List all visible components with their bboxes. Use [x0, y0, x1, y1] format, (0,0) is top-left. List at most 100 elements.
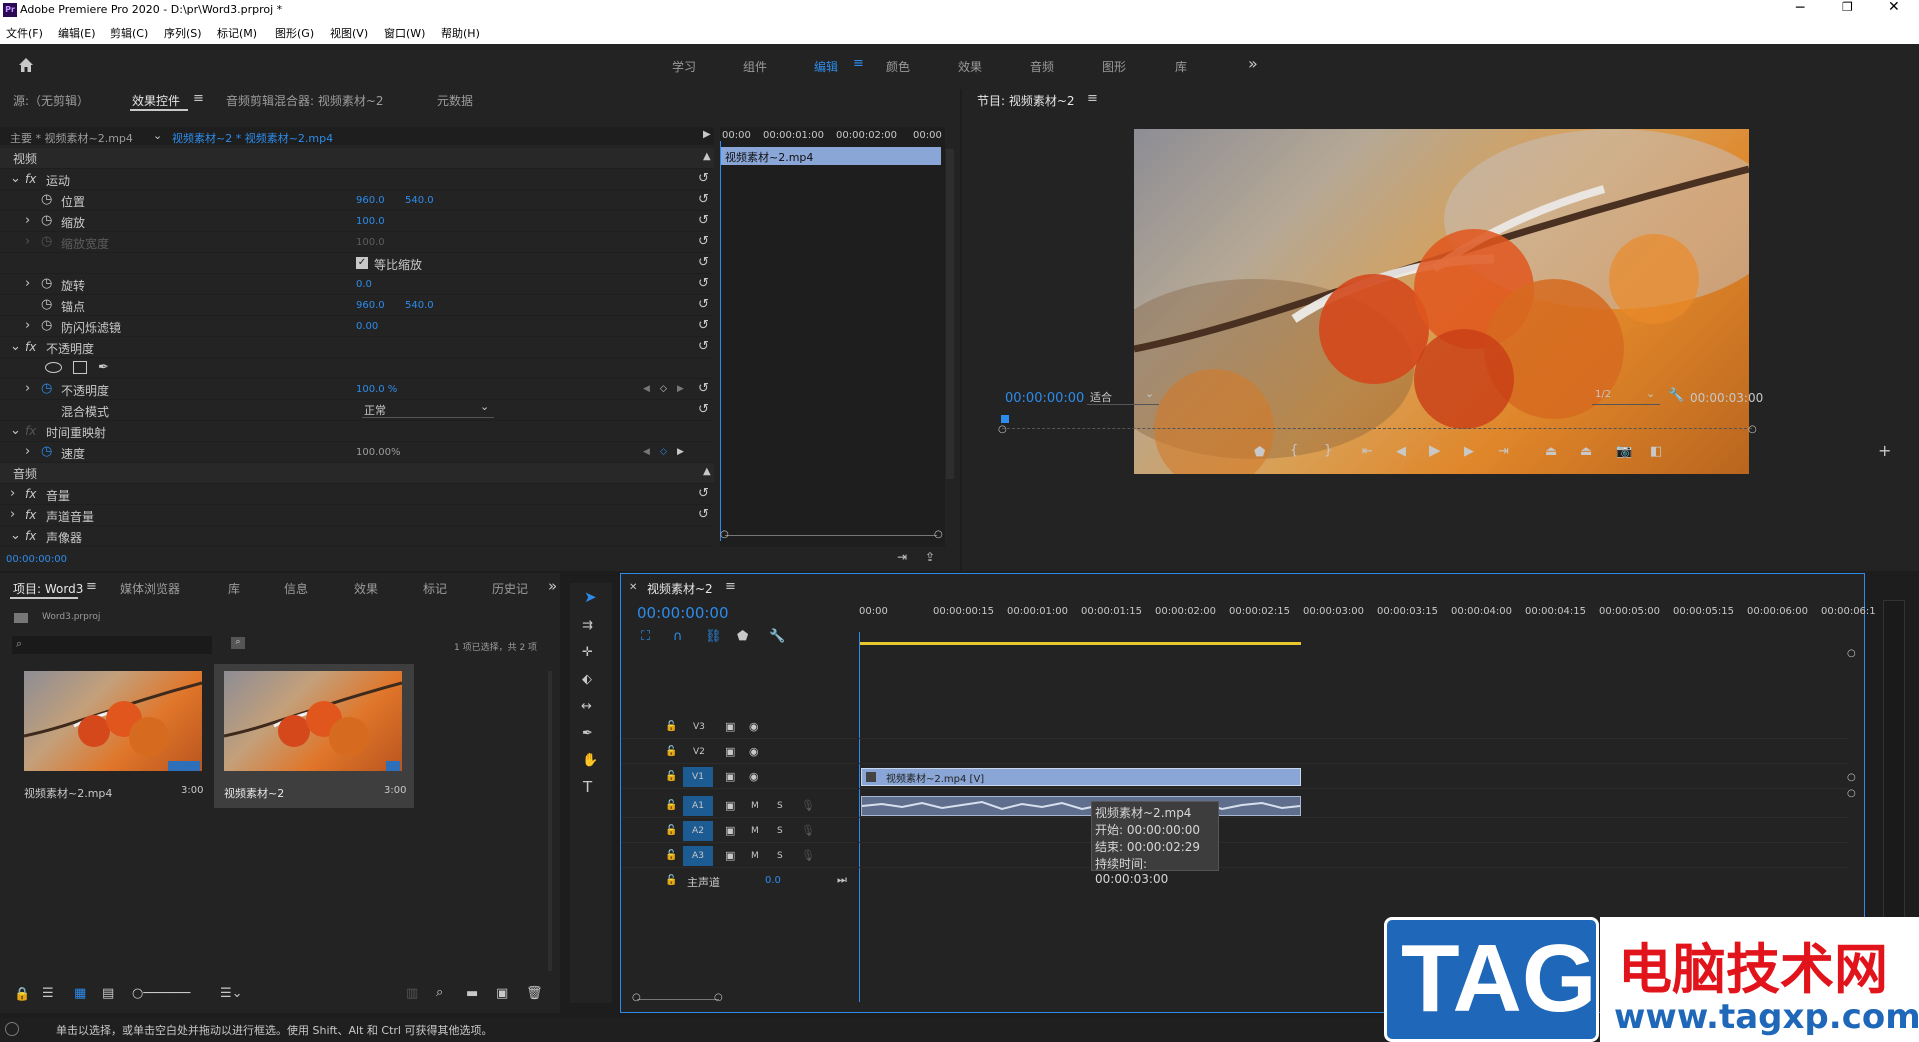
- program-title[interactable]: 节目: 视频素材~2: [977, 92, 1075, 109]
- stopwatch-icon[interactable]: ◷: [41, 445, 52, 458]
- tab-effect-controls[interactable]: 效果控件: [132, 92, 180, 109]
- menu-window[interactable]: 窗口(W): [384, 25, 425, 41]
- mini-clip[interactable]: 视频素材~2.mp4: [721, 147, 941, 165]
- lock-icon[interactable]: 🔓: [665, 824, 677, 837]
- minimize-icon[interactable]: ─: [1796, 0, 1804, 16]
- export-frame-icon[interactable]: ⇥: [897, 551, 907, 564]
- project-search-input[interactable]: [32, 637, 207, 652]
- workspace-libraries[interactable]: 库: [1175, 58, 1187, 75]
- tab-source[interactable]: 源:（无剪辑）: [13, 92, 89, 109]
- collapse-icon[interactable]: ▲: [703, 151, 711, 162]
- scroll-handle-left[interactable]: ○: [720, 529, 729, 540]
- stopwatch-icon[interactable]: ◷: [41, 319, 52, 332]
- chevron-down-icon[interactable]: ⌄: [10, 340, 21, 353]
- position-x[interactable]: 960.0: [356, 195, 385, 206]
- reset-icon[interactable]: ↺: [698, 277, 712, 291]
- chevron-down-icon[interactable]: ⌄: [10, 424, 21, 437]
- tab-libraries[interactable]: 库: [228, 580, 240, 597]
- blend-mode-dropdown[interactable]: 正常 ⌄: [362, 400, 494, 418]
- workspace-graphics[interactable]: 图形: [1102, 58, 1126, 75]
- sync-lock-icon[interactable]: ▣: [725, 720, 735, 733]
- track-lane-v2[interactable]: [859, 740, 1849, 764]
- toggle-audio-icon[interactable]: ⇪: [925, 551, 935, 564]
- sync-lock-icon[interactable]: ▣: [725, 745, 735, 758]
- add-marker-icon[interactable]: ⬟: [1254, 446, 1265, 459]
- mark-in-icon[interactable]: {: [1290, 444, 1298, 457]
- quality-dropdown[interactable]: 1/2 ⌄: [1592, 387, 1660, 405]
- eye-icon[interactable]: ◉: [749, 720, 759, 733]
- reset-icon[interactable]: ↺: [698, 235, 712, 249]
- menu-sequence[interactable]: 序列(S): [164, 25, 202, 41]
- mute-button[interactable]: M: [751, 801, 759, 811]
- eye-icon[interactable]: ◉: [749, 770, 759, 783]
- reset-icon[interactable]: ↺: [698, 382, 712, 396]
- nest-icon[interactable]: ⛶: [641, 630, 650, 643]
- scroll-handle-right[interactable]: ○: [1748, 424, 1757, 435]
- go-to-out-icon[interactable]: ⇥: [1498, 445, 1509, 458]
- pen-tool-icon[interactable]: ✒: [582, 727, 593, 740]
- menu-edit[interactable]: 编辑(E): [58, 25, 96, 41]
- master-clip-label[interactable]: 主要 * 视频素材~2.mp4: [10, 130, 133, 146]
- selection-tool-icon[interactable]: ➤: [584, 590, 597, 605]
- step-back-icon[interactable]: ◀: [1396, 445, 1406, 458]
- home-icon[interactable]: [17, 56, 35, 74]
- track-label-v3[interactable]: V3: [693, 722, 705, 732]
- mini-timeline[interactable]: 00:00 00:00:01:00 00:00:02:00 00:00 视频素材…: [720, 127, 945, 547]
- go-to-end-icon[interactable]: ⏭: [837, 873, 847, 886]
- lock-icon[interactable]: 🔓: [665, 874, 677, 887]
- chevron-right-icon[interactable]: ›: [10, 487, 15, 500]
- step-forward-icon[interactable]: ▶: [1464, 445, 1474, 458]
- scroll-handle-right[interactable]: ○: [934, 529, 943, 540]
- next-keyframe-icon[interactable]: ▶: [677, 446, 684, 459]
- reset-icon[interactable]: ↺: [698, 487, 712, 501]
- add-keyframe-icon[interactable]: ◇: [660, 446, 667, 459]
- trash-icon[interactable]: 🗑: [526, 987, 543, 1000]
- sync-lock-icon[interactable]: ▣: [725, 799, 735, 812]
- program-timecode[interactable]: 00:00:00:00: [1005, 391, 1084, 406]
- effects-scrollbar[interactable]: [946, 149, 954, 479]
- lock-icon[interactable]: 🔒: [14, 988, 30, 1001]
- play-icon[interactable]: ▶: [703, 129, 711, 140]
- tab-audio-clip-mixer[interactable]: 音频剪辑混合器: 视频素材~2: [226, 92, 384, 109]
- prev-keyframe-icon[interactable]: ◀: [643, 383, 650, 396]
- workspace-effects[interactable]: 效果: [958, 58, 982, 75]
- track-lane-a1[interactable]: [859, 794, 1849, 818]
- panel-menu-icon[interactable]: ≡: [1087, 91, 1098, 106]
- opacity-fx-row[interactable]: ⌄ fx 不透明度 ↺: [0, 337, 714, 358]
- track-label-v2[interactable]: V2: [693, 747, 705, 757]
- snap-icon[interactable]: ∩: [673, 630, 683, 643]
- list-view-icon[interactable]: ☰: [42, 987, 54, 1000]
- lock-icon[interactable]: 🔓: [665, 799, 677, 812]
- tab-effects[interactable]: 效果: [354, 580, 378, 597]
- program-scrubber[interactable]: [1002, 415, 1752, 429]
- reset-icon[interactable]: ↺: [698, 298, 712, 312]
- chevron-down-icon[interactable]: ⌄: [153, 129, 162, 142]
- solo-button[interactable]: S: [777, 851, 783, 861]
- project-scrollbar[interactable]: [548, 671, 552, 971]
- tab-media-browser[interactable]: 媒体浏览器: [120, 580, 180, 597]
- go-to-in-icon[interactable]: ⇤: [1362, 445, 1373, 458]
- position-y[interactable]: 540.0: [405, 195, 434, 206]
- track-select-tool-icon[interactable]: ⇉: [582, 619, 593, 632]
- scroll-handle-left[interactable]: ○: [632, 992, 641, 1003]
- extract-icon[interactable]: ⏏: [1580, 445, 1592, 458]
- add-keyframe-icon[interactable]: ◇: [660, 383, 667, 396]
- scroll-handle-right[interactable]: ○: [714, 992, 723, 1003]
- workspace-color[interactable]: 颜色: [886, 58, 910, 75]
- effect-controls-timecode[interactable]: 00:00:00:00: [6, 554, 67, 565]
- ripple-edit-tool-icon[interactable]: ✛: [582, 646, 593, 659]
- uniform-scale-checkbox[interactable]: ✓: [356, 257, 368, 269]
- razor-tool-icon[interactable]: ⬖: [582, 673, 592, 686]
- chevron-down-icon[interactable]: ⌄: [10, 529, 21, 542]
- solo-button[interactable]: S: [777, 826, 783, 836]
- tab-metadata[interactable]: 元数据: [437, 92, 473, 109]
- scroll-handle-left[interactable]: ○: [998, 424, 1007, 435]
- play-icon[interactable]: ▶: [1429, 443, 1441, 458]
- find-icon[interactable]: ⌕: [436, 986, 443, 999]
- track-label-a3[interactable]: A3: [683, 846, 713, 866]
- anchor-y[interactable]: 540.0: [405, 300, 434, 311]
- hand-tool-icon[interactable]: ✋: [582, 754, 598, 767]
- project-item-sequence[interactable]: 视频素材~2 3:00: [214, 664, 414, 808]
- reset-icon[interactable]: ↺: [698, 214, 712, 228]
- sequence-clip-label[interactable]: 视频素材~2 * 视频素材~2.mp4: [172, 130, 333, 146]
